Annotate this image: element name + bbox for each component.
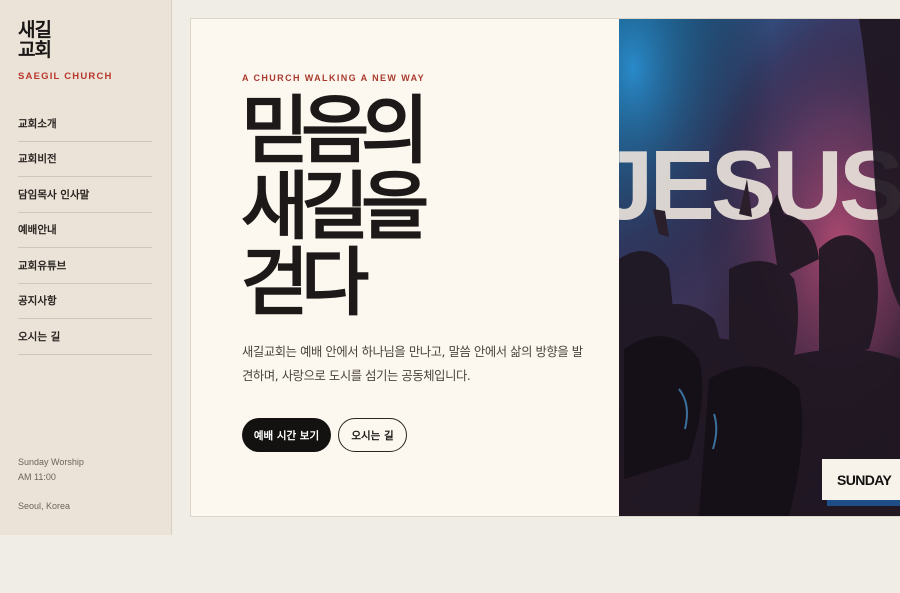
nav-item-pastor-greeting[interactable]: 담임목사 인사말 <box>18 177 152 213</box>
nav-item-youtube[interactable]: 교회유튜브 <box>18 248 152 284</box>
sunday-badge: SUNDAY <box>822 459 900 500</box>
nav-item-about[interactable]: 교회소개 <box>18 106 152 142</box>
hero-section: A CHURCH WALKING A NEW WAY 믿음의 새길을 걷다 새길… <box>190 18 900 517</box>
sidebar: 새길 교회 SAEGIL CHURCH 교회소개 교회비전 담임목사 인사말 예… <box>0 0 172 535</box>
nav-item-directions[interactable]: 오시는 길 <box>18 319 152 355</box>
hero-headline: 믿음의 새길을 걷다 <box>241 88 429 326</box>
sunday-badge-bar <box>827 500 900 506</box>
headline-line-2: 새길을 <box>241 164 429 250</box>
main-nav: 교회소개 교회비전 담임목사 인사말 예배안내 교회유튜브 공지사항 오시는 길 <box>18 106 152 355</box>
brand-name-en: SAEGIL CHURCH <box>18 71 113 82</box>
hero-description: 새길교회는 예배 안에서 하나님을 만나고, 말씀 안에서 삶의 방향을 발견하… <box>242 345 583 383</box>
worship-crowd-image: JESUS <box>619 19 900 516</box>
hero-photo: JESUS SUNDAY <box>619 19 900 516</box>
location-text: Seoul, Korea <box>18 501 71 511</box>
nav-item-notices[interactable]: 공지사항 <box>18 284 152 319</box>
hero-eyebrow: A CHURCH WALKING A NEW WAY <box>242 73 426 83</box>
brand-logo[interactable]: 새길 교회 <box>18 20 62 60</box>
sidebar-info: Sunday Worship AM 11:00 Seoul, Korea <box>18 455 84 514</box>
worship-times-button[interactable]: 예배 시간 보기 <box>242 418 331 452</box>
worship-time: AM 11:00 <box>18 471 56 482</box>
nav-item-worship-info[interactable]: 예배안내 <box>18 213 152 248</box>
headline-line-1: 믿음의 <box>241 88 429 174</box>
worship-name: Sunday Worship <box>18 457 84 467</box>
nav-item-vision[interactable]: 교회비전 <box>18 142 152 177</box>
directions-button[interactable]: 오시는 길 <box>338 418 407 452</box>
headline-line-3: 걷다 <box>241 240 369 326</box>
